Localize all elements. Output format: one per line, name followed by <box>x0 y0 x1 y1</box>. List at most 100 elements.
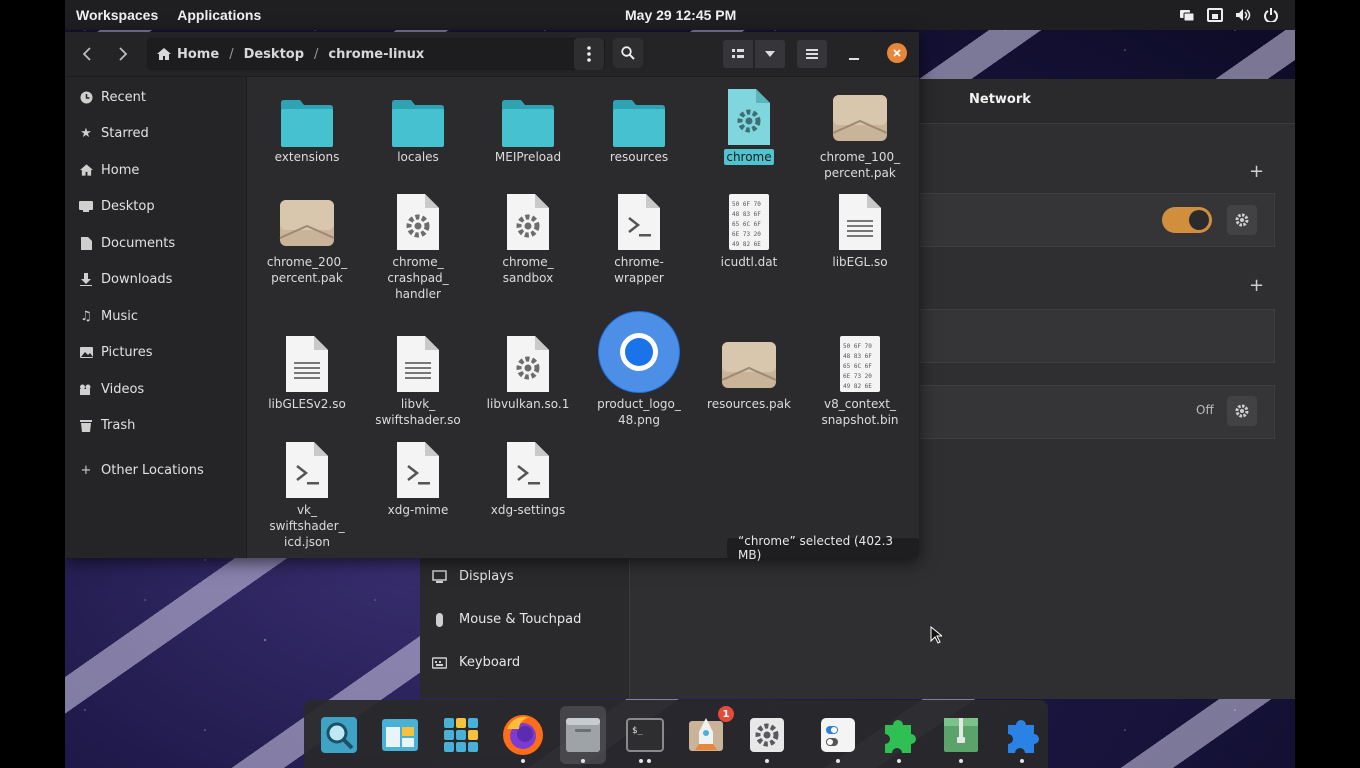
file-name: extensions <box>274 150 340 164</box>
close-button[interactable] <box>887 43 907 63</box>
sidebar-item-label: Trash <box>101 417 136 433</box>
svg-text:49 82 6E: 49 82 6E <box>732 241 761 248</box>
clock[interactable]: May 29 12:45 PM <box>625 7 736 23</box>
sidebar-item-displays[interactable]: Displays <box>432 569 514 584</box>
firefox-icon[interactable] <box>500 712 546 758</box>
breadcrumb-desktop[interactable]: Desktop <box>244 47 304 62</box>
file-name: xdg-mime <box>387 503 449 517</box>
file-item[interactable]: resources.pak <box>694 332 804 412</box>
search-app-icon[interactable] <box>316 712 362 758</box>
add-connection-button[interactable]: + <box>1249 161 1264 182</box>
file-item[interactable]: xdg-mime <box>363 438 473 518</box>
gear-icon <box>1235 213 1249 227</box>
folder-icon <box>277 85 337 147</box>
add-vpn-button[interactable]: + <box>1249 275 1264 296</box>
file-item[interactable]: libvulkan.so.1 <box>473 332 583 412</box>
file-item[interactable]: libGLESv2.so <box>252 332 362 412</box>
sidebar-item-documents[interactable]: Documents <box>79 232 175 254</box>
file-name: locales <box>397 150 439 164</box>
toggle-knob <box>1189 210 1209 230</box>
file-item[interactable]: vk_ swiftshader_ icd.json <box>252 438 362 550</box>
wired-toggle[interactable] <box>1162 207 1212 233</box>
file-item[interactable]: extensions <box>252 85 362 165</box>
view-mode-button[interactable] <box>723 40 753 68</box>
mouse-cursor-icon <box>930 625 944 648</box>
settings-icon[interactable] <box>744 712 790 758</box>
text-icon <box>277 332 337 394</box>
svg-text:50 6F 70: 50 6F 70 <box>843 343 872 350</box>
view-options-button[interactable] <box>755 40 785 68</box>
breadcrumb-current[interactable]: chrome-linux <box>328 47 424 62</box>
chevron-right-icon <box>119 47 128 61</box>
sidebar-item-keyboard[interactable]: Keyboard <box>432 655 520 670</box>
star-icon: ★ <box>80 125 92 141</box>
volume-icon[interactable] <box>1235 8 1251 22</box>
file-item[interactable]: libEGL.so <box>805 190 915 270</box>
file-item[interactable]: product_logo_ 48.png <box>584 308 694 428</box>
file-item[interactable]: 50 6F 70 48 83 6F 65 6C 6F 6E 73 20 49 82 6E… <box>805 332 915 428</box>
sidebar-item-starred[interactable]: ★ Starred <box>79 122 149 144</box>
svg-text:6E 73 20: 6E 73 20 <box>843 373 872 380</box>
breadcrumb[interactable]: Home / Desktop / chrome-linux <box>147 38 605 70</box>
running-indicator <box>581 759 585 763</box>
document-icon <box>79 236 93 250</box>
minimize-button[interactable] <box>849 45 859 64</box>
archive-manager-icon[interactable] <box>938 712 984 758</box>
path-menu-button[interactable] <box>574 38 604 70</box>
system-tray <box>1179 8 1279 24</box>
search-button[interactable] <box>613 38 643 68</box>
applications-button[interactable]: Applications <box>177 7 261 23</box>
file-item[interactable]: chrome_200_ percent.pak <box>252 190 362 286</box>
wired-settings-button[interactable] <box>1227 205 1257 235</box>
sidebar-item-desktop[interactable]: Desktop <box>79 195 155 217</box>
power-icon[interactable] <box>1263 8 1279 24</box>
file-name: xdg-settings <box>490 503 566 517</box>
sidebar-item-other-locations[interactable]: + Other Locations <box>79 459 204 481</box>
forward-button[interactable] <box>111 40 135 68</box>
file-item[interactable]: locales <box>363 85 473 165</box>
proxy-settings-button[interactable] <box>1227 396 1257 426</box>
extensions-green-icon[interactable] <box>876 712 922 758</box>
script-icon <box>388 438 448 500</box>
breadcrumb-home[interactable]: Home <box>177 47 219 62</box>
sidebar-item-recent[interactable]: Recent <box>79 86 146 108</box>
archive-icon <box>830 85 890 147</box>
view-switcher <box>723 40 785 68</box>
files-icon[interactable] <box>560 706 606 764</box>
file-item[interactable]: MEIPreload <box>473 85 583 165</box>
extensions-blue-icon[interactable] <box>999 712 1045 758</box>
file-item[interactable]: chrome- wrapper <box>584 190 694 286</box>
sidebar-item-mouse[interactable]: Mouse & Touchpad <box>432 612 581 627</box>
terminal-icon[interactable]: $_ <box>622 712 668 758</box>
sidebar-item-label: Other Locations <box>101 462 204 478</box>
main-menu-button[interactable] <box>797 40 827 68</box>
sidebar-item-pictures[interactable]: Pictures <box>79 341 152 363</box>
file-item[interactable]: chrome_100_ percent.pak <box>805 85 915 181</box>
sidebar-item-home[interactable]: Home <box>79 159 139 181</box>
app-grid-icon[interactable] <box>438 712 484 758</box>
workspaces-button[interactable]: Workspaces <box>76 7 158 23</box>
file-item[interactable]: resources <box>584 85 694 165</box>
file-item[interactable]: chrome <box>694 85 804 165</box>
file-item[interactable]: libvk_ swiftshader.so <box>363 332 473 428</box>
sidebar-item-trash[interactable]: Trash <box>79 414 135 436</box>
chevron-down-icon <box>765 51 775 57</box>
svg-text:48 83 6F: 48 83 6F <box>732 211 761 218</box>
close-icon <box>893 49 901 57</box>
sidebar-item-downloads[interactable]: Downloads <box>79 268 172 290</box>
sidebar-item-label: Music <box>101 308 138 324</box>
file-item[interactable]: xdg-settings <box>473 438 583 518</box>
text-icon <box>388 332 448 394</box>
sidebar-item-music[interactable]: ♫ Music <box>79 305 138 327</box>
file-item[interactable]: chrome_ sandbox <box>473 190 583 286</box>
network-icon[interactable] <box>1207 8 1223 22</box>
tweaks-icon[interactable] <box>815 712 861 758</box>
notification-icon[interactable] <box>1179 8 1195 22</box>
file-item[interactable]: 50 6F 70 48 83 6F 65 6C 6F 6E 73 20 49 82 6E… <box>694 190 804 270</box>
connection-card <box>920 193 1275 247</box>
text-icon <box>830 190 890 252</box>
file-item[interactable]: chrome_ crashpad_ handler <box>363 190 473 302</box>
sidebar-item-videos[interactable]: Videos <box>79 378 144 400</box>
back-button[interactable] <box>75 40 99 68</box>
windows-app-icon[interactable] <box>377 712 423 758</box>
